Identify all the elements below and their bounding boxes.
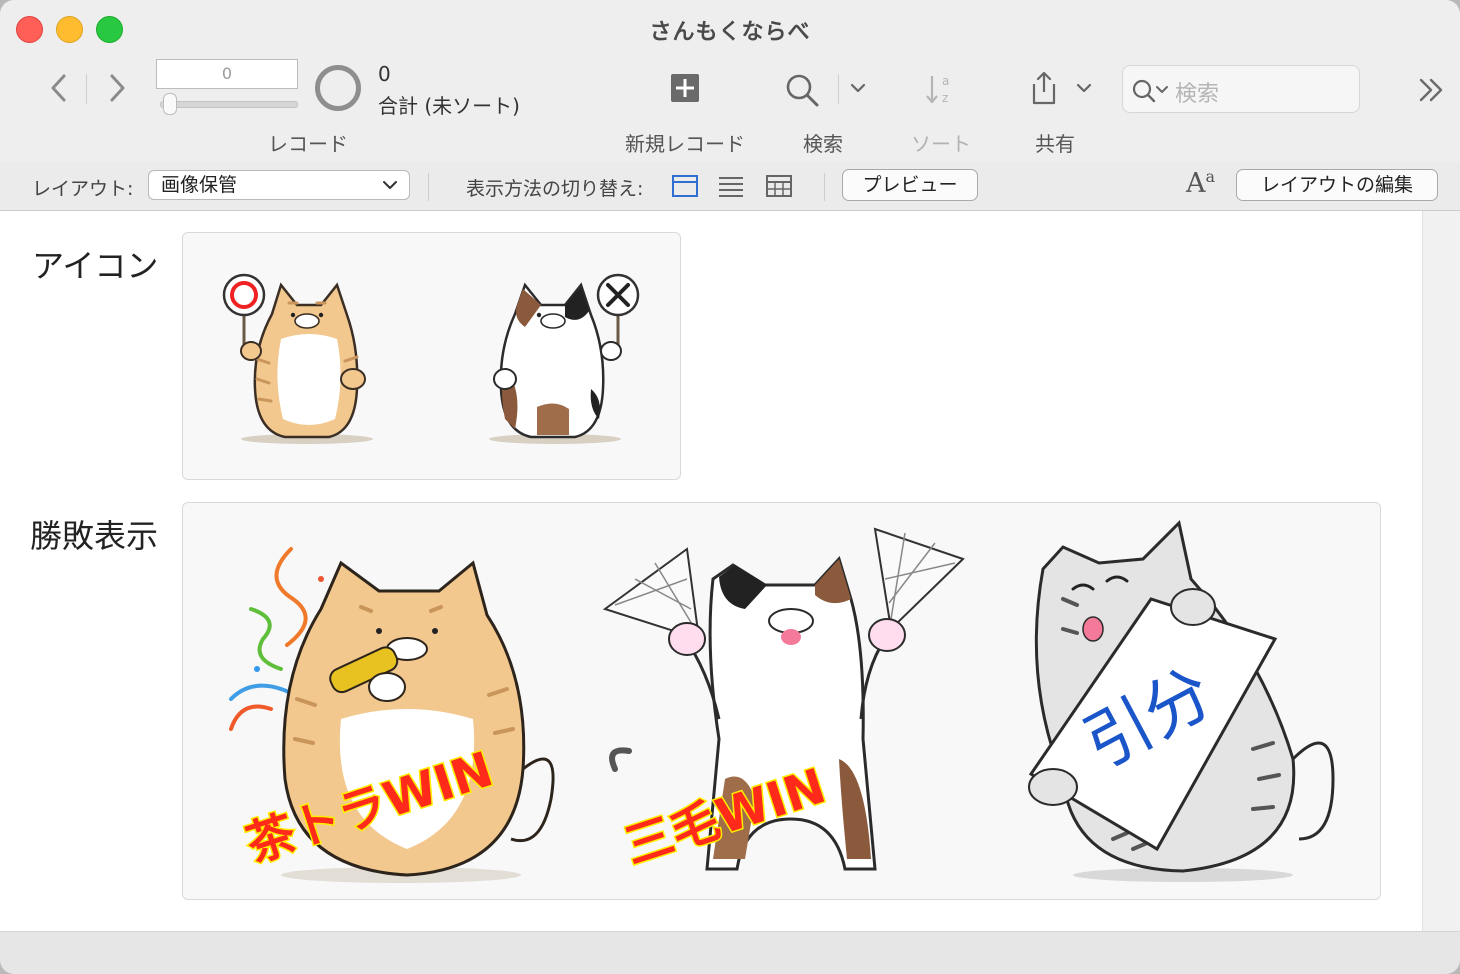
calico-cat-cross-icon (489, 273, 640, 444)
icon-field-label: アイコン (32, 247, 159, 285)
share-button[interactable]: 共有 (1022, 128, 1088, 157)
tabby-cat-win-image: 茶トラWIN (229, 547, 555, 883)
form-view-icon[interactable] (672, 175, 698, 197)
new-record-icon[interactable] (671, 74, 699, 102)
list-view-icon[interactable] (718, 175, 744, 197)
record-slider[interactable] (160, 101, 298, 108)
record-content: アイコン 勝敗表示 茶トラWIN 三毛WIN 引分 (0, 211, 1422, 931)
svg-text:a: a (942, 74, 949, 88)
layout-bar-divider-2 (824, 173, 825, 201)
text-formatting-icon[interactable]: Aa (1186, 167, 1215, 199)
edit-layout-button[interactable]: レイアウトの編集 (1236, 169, 1438, 201)
find-button[interactable]: 検索 (790, 128, 856, 157)
layout-select-value: 画像保管 (161, 174, 238, 196)
gray-cat-draw-image: 引分 (1028, 519, 1335, 882)
window-title: さんもくならべ (649, 20, 811, 45)
tabby-cat-circle-icon (222, 273, 373, 444)
view-as-label: 表示方法の切り替え: (466, 178, 644, 200)
layout-label: レイアウト: (32, 178, 134, 200)
sort-icon[interactable]: a z (924, 72, 960, 106)
layout-bar-divider (428, 173, 429, 201)
next-record-icon[interactable] (102, 70, 132, 106)
layout-select[interactable]: 画像保管 (148, 170, 410, 200)
record-slider-knob[interactable] (163, 93, 177, 115)
share-menu-chevron-icon[interactable] (1076, 82, 1092, 94)
table-view-icon[interactable] (766, 175, 792, 197)
preview-button[interactable]: プレビュー (842, 169, 978, 201)
records-group-label: レコード (268, 132, 348, 156)
previous-record-icon[interactable] (44, 70, 74, 106)
find-menu-chevron-icon[interactable] (850, 82, 866, 94)
title-toolbar: さんもくならべ 0 0 合計 (未ソート) レコード 新規レコード 検索 a z… (0, 0, 1460, 163)
new-record-button[interactable]: 新規レコード (620, 128, 750, 157)
result-container-field[interactable]: 茶トラWIN 三毛WIN 引分 (182, 502, 1381, 900)
record-count-label: 合計 (未ソート) (378, 94, 520, 118)
sort-button[interactable]: ソート (908, 128, 974, 157)
find-divider (838, 74, 839, 104)
find-icon[interactable] (784, 72, 820, 108)
app-window: さんもくならべ 0 0 合計 (未ソート) レコード 新規レコード 検索 a z… (0, 0, 1460, 974)
calico-cat-win-image: 三毛WIN (602, 527, 965, 877)
status-footer (0, 931, 1460, 974)
chevron-down-icon (383, 181, 397, 189)
icon-container-field[interactable] (182, 232, 681, 480)
found-set-pie-icon (315, 65, 361, 111)
svg-text:z: z (942, 91, 948, 105)
result-field-label: 勝敗表示 (30, 517, 159, 555)
search-placeholder: 検索 (1175, 82, 1220, 107)
search-icon (1132, 79, 1168, 103)
quick-find-field[interactable]: 検索 (1122, 65, 1360, 113)
layout-bar: レイアウト: 画像保管 表示方法の切り替え: プレビュー Aa レイアウトの編集 (0, 162, 1460, 211)
toolbar-overflow-icon[interactable] (1418, 76, 1446, 104)
vertical-scrollbar[interactable] (1422, 211, 1460, 931)
current-record-field[interactable]: 0 (156, 59, 298, 89)
share-icon[interactable] (1030, 70, 1058, 106)
nav-divider (86, 74, 87, 104)
record-count: 0 (378, 62, 391, 86)
